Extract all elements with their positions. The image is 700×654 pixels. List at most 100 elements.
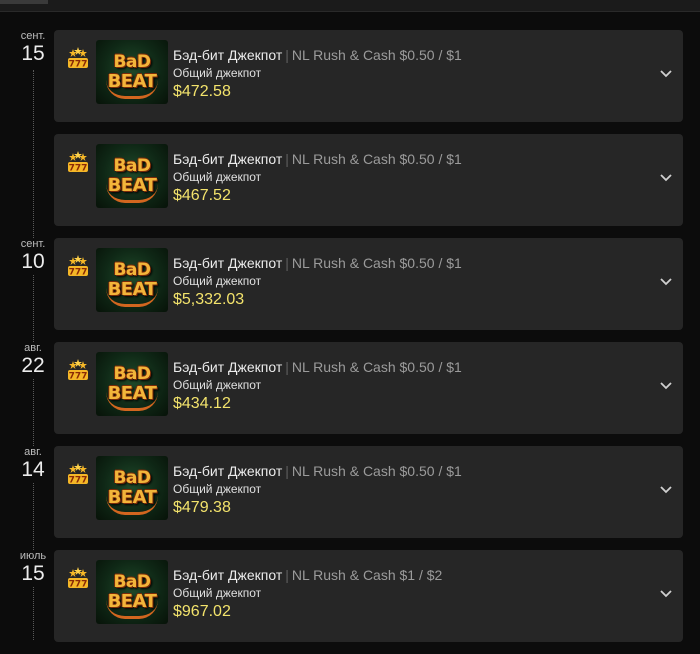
- separator: |: [285, 47, 289, 63]
- logo-text-line2: BEAT: [107, 487, 157, 508]
- chevron-down-icon[interactable]: [659, 381, 673, 391]
- svg-text:777: 777: [69, 60, 88, 70]
- jackpot-777-icon: 777: [68, 567, 88, 590]
- list-item: авг. 14 777 BaD BEAT Бэд-бит Джекпот | NL …: [0, 446, 700, 550]
- table-name: NL Rush & Cash $0.50 / $1: [291, 255, 462, 271]
- jackpot-history-list: сент. 15 777 BaD BEAT Бэд-бит Джекпот | NL…: [0, 30, 700, 654]
- jackpot-title: Бэд-бит Джекпот: [173, 151, 283, 167]
- jackpot-title: Бэд-бит Джекпот: [173, 359, 283, 375]
- jackpot-card[interactable]: 777 BaD BEAT Бэд-бит Джекпот | NL Rush & C…: [54, 134, 683, 226]
- list-item: сент. 15 777 BaD BEAT Бэд-бит Джекпот | NL…: [0, 30, 700, 134]
- logo-text-line2: BEAT: [107, 279, 157, 300]
- separator: |: [285, 567, 289, 583]
- jackpot-amount: $5,332.03: [173, 291, 245, 308]
- logo-text-line1: BaD: [113, 260, 151, 280]
- jackpot-title: Бэд-бит Джекпот: [173, 255, 283, 271]
- date-month: сент.: [20, 30, 46, 42]
- jackpot-card[interactable]: 777 BaD BEAT Бэд-бит Джекпот | NL Rush & C…: [54, 342, 683, 434]
- bad-beat-logo: BaD BEAT: [96, 352, 168, 416]
- chevron-down-icon[interactable]: [659, 173, 673, 183]
- jackpot-info: Бэд-бит Джекпот | NL Rush & Cash $0.50 / $…: [173, 462, 462, 519]
- jackpot-info: Бэд-бит Джекпот | NL Rush & Cash $0.50 / $…: [173, 46, 462, 103]
- jackpot-type: Общий джекпот: [173, 378, 262, 392]
- svg-text:777: 777: [69, 268, 88, 278]
- logo-text-line1: BaD: [113, 572, 151, 592]
- jackpot-amount: $967.02: [173, 603, 231, 620]
- table-name: NL Rush & Cash $1 / $2: [291, 567, 443, 583]
- logo-text-line1: BaD: [113, 364, 151, 384]
- date-marker: авг. 22: [10, 342, 56, 378]
- jackpot-amount: $479.38: [173, 499, 231, 516]
- date-marker: июль 15: [10, 550, 56, 586]
- jackpot-title: Бэд-бит Джекпот: [173, 567, 283, 583]
- table-name: NL Rush & Cash $0.50 / $1: [291, 151, 462, 167]
- jackpot-info: Бэд-бит Джекпот | NL Rush & Cash $0.50 / $…: [173, 150, 462, 207]
- jackpot-amount: $434.12: [173, 395, 231, 412]
- chevron-down-icon[interactable]: [659, 69, 673, 79]
- bad-beat-logo: BaD BEAT: [96, 456, 168, 520]
- date-day: 22: [21, 354, 45, 377]
- date-marker: авг. 14: [10, 446, 56, 482]
- date-day: 15: [21, 562, 45, 585]
- date-month: сент.: [20, 238, 46, 250]
- logo-text-line2: BEAT: [107, 383, 157, 404]
- jackpot-777-icon: 777: [68, 463, 88, 486]
- jackpot-info: Бэд-бит Джекпот | NL Rush & Cash $0.50 / $…: [173, 254, 462, 311]
- table-name: NL Rush & Cash $0.50 / $1: [291, 47, 462, 63]
- jackpot-amount: $467.52: [173, 187, 231, 204]
- logo-text-line2: BEAT: [107, 591, 157, 612]
- svg-text:777: 777: [69, 580, 88, 590]
- date-month: авг.: [24, 342, 42, 354]
- bad-beat-logo: BaD BEAT: [96, 248, 168, 312]
- jackpot-type: Общий джекпот: [173, 274, 262, 288]
- bad-beat-logo: BaD BEAT: [96, 144, 168, 208]
- date-month: июль: [19, 550, 47, 562]
- logo-text-line2: BEAT: [107, 175, 157, 196]
- date-day: 14: [21, 458, 45, 481]
- jackpot-type: Общий джекпот: [173, 66, 262, 80]
- jackpot-card[interactable]: 777 BaD BEAT Бэд-бит Джекпот | NL Rush & C…: [54, 446, 683, 538]
- bad-beat-logo: BaD BEAT: [96, 40, 168, 104]
- list-item: 777 BaD BEAT Бэд-бит Джекпот | NL Rush & C…: [0, 134, 700, 238]
- jackpot-amount: $472.58: [173, 83, 231, 100]
- jackpot-title: Бэд-бит Джекпот: [173, 47, 283, 63]
- list-item: июль 15 777 BaD BEAT Бэд-бит Джекпот | NL …: [0, 550, 700, 654]
- jackpot-card[interactable]: 777 BaD BEAT Бэд-бит Джекпот | NL Rush & C…: [54, 30, 683, 122]
- jackpot-type: Общий джекпот: [173, 482, 262, 496]
- jackpot-info: Бэд-бит Джекпот | NL Rush & Cash $0.50 / $…: [173, 358, 462, 415]
- chevron-down-icon[interactable]: [659, 589, 673, 599]
- logo-text-line1: BaD: [113, 156, 151, 176]
- separator: |: [285, 151, 289, 167]
- jackpot-info: Бэд-бит Джекпот | NL Rush & Cash $1 / $2 О…: [173, 566, 442, 623]
- table-name: NL Rush & Cash $0.50 / $1: [291, 463, 462, 479]
- jackpot-card[interactable]: 777 BaD BEAT Бэд-бит Джекпот | NL Rush & C…: [54, 550, 683, 642]
- top-bar: [0, 0, 700, 12]
- logo-text-line1: BaD: [113, 468, 151, 488]
- chevron-down-icon[interactable]: [659, 485, 673, 495]
- table-name: NL Rush & Cash $0.50 / $1: [291, 359, 462, 375]
- date-day: 15: [21, 42, 45, 65]
- date-marker: сент. 10: [10, 238, 56, 274]
- jackpot-type: Общий джекпот: [173, 170, 262, 184]
- date-marker: сент. 15: [10, 30, 56, 66]
- bad-beat-logo: BaD BEAT: [96, 560, 168, 624]
- jackpot-card[interactable]: 777 BaD BEAT Бэд-бит Джекпот | NL Rush & C…: [54, 238, 683, 330]
- date-day: 10: [21, 250, 45, 273]
- svg-text:777: 777: [69, 372, 88, 382]
- svg-text:777: 777: [69, 476, 88, 486]
- list-item: авг. 22 777 BaD BEAT Бэд-бит Джекпот | NL …: [0, 342, 700, 446]
- logo-text-line1: BaD: [113, 52, 151, 72]
- jackpot-777-icon: 777: [68, 47, 88, 70]
- list-item: сент. 10 777 BaD BEAT Бэд-бит Джекпот | NL…: [0, 238, 700, 342]
- jackpot-777-icon: 777: [68, 255, 88, 278]
- jackpot-title: Бэд-бит Джекпот: [173, 463, 283, 479]
- jackpot-type: Общий джекпот: [173, 586, 262, 600]
- jackpot-777-icon: 777: [68, 151, 88, 174]
- chevron-down-icon[interactable]: [659, 277, 673, 287]
- jackpot-777-icon: 777: [68, 359, 88, 382]
- svg-text:777: 777: [69, 164, 88, 174]
- separator: |: [285, 463, 289, 479]
- separator: |: [285, 255, 289, 271]
- logo-text-line2: BEAT: [107, 71, 157, 92]
- date-month: авг.: [24, 446, 42, 458]
